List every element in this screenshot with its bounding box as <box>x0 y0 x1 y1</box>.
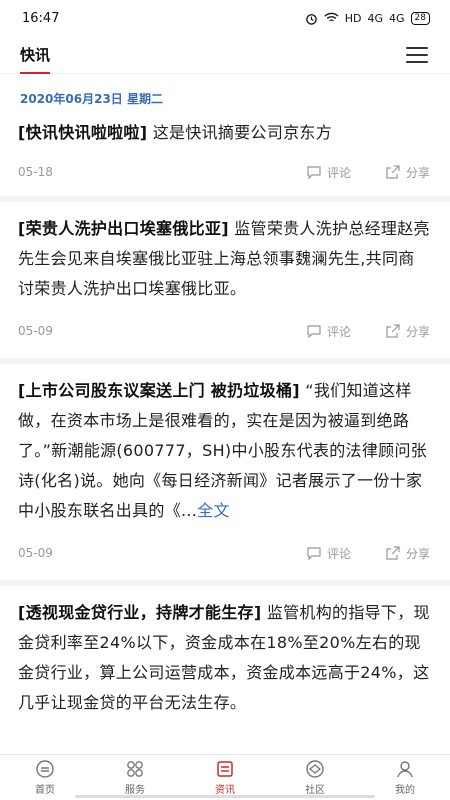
news-feed: [快讯快讯啦啦啦] 这是快讯摘要公司京东方 05-18 评论 分享 [荣贵人洗护… <box>0 114 450 718</box>
nav-label: 我的 <box>395 785 415 796</box>
share-icon <box>386 324 400 338</box>
news-text: [上市公司股东议案送上门 被扔垃圾桶] “我们知道这样做，在资本市场上是很难看的… <box>18 376 430 526</box>
nav-label: 社区 <box>305 785 325 796</box>
comment-label: 评论 <box>326 546 351 561</box>
nav-label: 首页 <box>35 785 55 796</box>
share-label: 分享 <box>405 165 430 180</box>
news-body: “我们知道这样做，在资本市场上是很难看的，实在是因为被逼到绝路了。”新潮能源(6… <box>18 381 428 520</box>
date-line: 2020年06月23日 星期二 <box>20 92 163 106</box>
nav-label: 资讯 <box>215 785 235 796</box>
news-headline: [上市公司股东议案送上门 被扔垃圾桶] <box>18 381 300 400</box>
news-date: 05-18 <box>18 165 53 179</box>
status-icons: HD 4G 4G 28 <box>305 11 430 25</box>
news-headline: [透视现金贷行业，持牌才能生存] <box>18 603 262 622</box>
share-button[interactable]: 分享 <box>385 545 430 562</box>
news-meta: 05-09 评论 分享 <box>18 526 430 580</box>
news-date: 05-09 <box>18 324 53 338</box>
news-headline: [荣贵人洗护出口埃塞俄比亚] <box>18 219 229 238</box>
home-indicator[interactable] <box>75 795 375 798</box>
news-text: [透视现金贷行业，持牌才能生存] 监管机构的指导下，现金贷利率至24%以下，资金… <box>18 598 430 718</box>
news-meta: 05-09 评论 分享 <box>18 304 430 358</box>
tab-news-flash[interactable]: 快讯 <box>20 44 51 74</box>
nav-label: 服务 <box>125 785 145 796</box>
alarm-icon <box>305 13 317 25</box>
news-item[interactable]: [上市公司股东议案送上门 被扔垃圾桶] “我们知道这样做，在资本市场上是很难看的… <box>0 364 450 586</box>
community-icon <box>306 760 324 778</box>
comment-icon <box>307 166 321 180</box>
signal-1-icon: 4G <box>367 11 384 25</box>
comment-icon <box>307 547 321 561</box>
comment-icon <box>307 325 321 339</box>
comment-label: 评论 <box>326 165 351 180</box>
news-item[interactable]: [透视现金贷行业，持牌才能生存] 监管机构的指导下，现金贷利率至24%以下，资金… <box>0 586 450 718</box>
comment-button[interactable]: 评论 <box>306 164 351 181</box>
news-text: [荣贵人洗护出口埃塞俄比亚] 监管荣贵人洗护总经理赵亮先生会见来自埃塞俄比亚驻上… <box>18 214 430 304</box>
home-icon <box>36 760 54 778</box>
news-icon <box>217 761 233 777</box>
comment-button[interactable]: 评论 <box>306 545 351 562</box>
share-icon <box>386 546 400 560</box>
signal-2-icon: 4G <box>389 11 405 25</box>
nav-profile[interactable]: 我的 <box>360 755 450 800</box>
status-time: 16:47 <box>22 10 60 26</box>
wifi-icon <box>324 12 339 22</box>
nav-community[interactable]: 社区 <box>270 755 360 800</box>
share-label: 分享 <box>405 324 430 339</box>
nav-home[interactable]: 首页 <box>0 755 90 800</box>
news-headline: [快讯快讯啦啦啦] <box>18 123 148 142</box>
share-button[interactable]: 分享 <box>385 323 430 340</box>
battery-icon: 28 <box>410 11 430 25</box>
news-text: [快讯快讯啦啦啦] 这是快讯摘要公司京东方 <box>18 118 430 148</box>
grid-icon <box>127 761 143 777</box>
nav-news[interactable]: 资讯 <box>180 755 270 800</box>
bottom-nav: 首页 服务 资讯 社区 我的 <box>0 754 450 800</box>
news-meta: 05-18 评论 分享 <box>18 148 430 196</box>
share-label: 分享 <box>405 546 430 561</box>
comment-button[interactable]: 评论 <box>306 323 351 340</box>
news-item[interactable]: [荣贵人洗护出口埃塞俄比亚] 监管荣贵人洗护总经理赵亮先生会见来自埃塞俄比亚驻上… <box>0 202 450 364</box>
comment-label: 评论 <box>326 324 351 339</box>
menu-icon[interactable] <box>406 46 428 63</box>
news-item[interactable]: [快讯快讯啦啦啦] 这是快讯摘要公司京东方 05-18 评论 分享 <box>0 114 450 202</box>
user-icon <box>397 761 413 778</box>
news-date: 05-09 <box>18 546 53 560</box>
nav-services[interactable]: 服务 <box>90 755 180 800</box>
share-icon <box>386 165 400 179</box>
top-bar: 快讯 <box>0 36 450 74</box>
network-label: HD <box>344 11 362 25</box>
share-button[interactable]: 分享 <box>385 164 430 181</box>
status-bar: 16:47 HD 4G 4G 28 <box>0 0 450 36</box>
read-more-link[interactable]: 全文 <box>197 501 230 520</box>
news-body: 这是快讯摘要公司京东方 <box>147 123 333 142</box>
